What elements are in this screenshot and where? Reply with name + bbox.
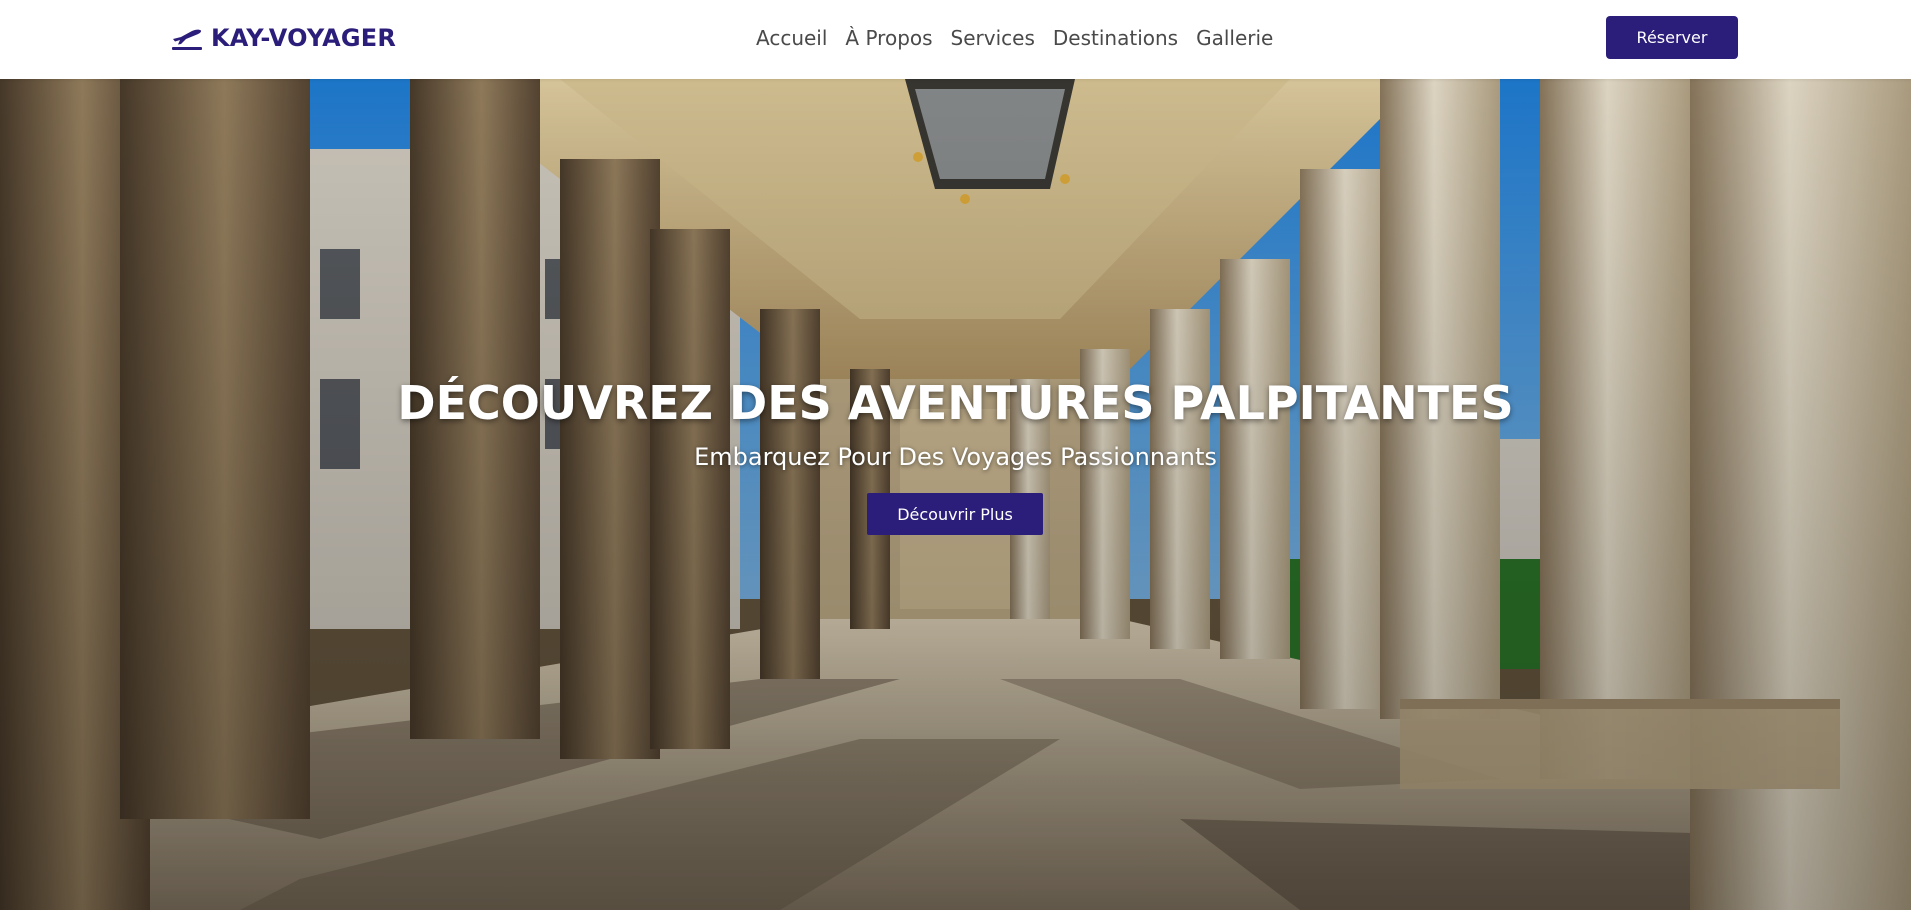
plane-takeoff-icon (172, 29, 202, 50)
nav-link-gallerie[interactable]: Gallerie (1187, 24, 1282, 52)
discover-more-button[interactable]: Découvrir Plus (867, 493, 1043, 535)
nav-link-destinations[interactable]: Destinations (1044, 24, 1187, 52)
nav-link-services[interactable]: Services (942, 24, 1044, 52)
hero-section: DÉCOUVREZ DES AVENTURES PALPITANTES Emba… (0, 79, 1911, 910)
hero-title: DÉCOUVREZ DES AVENTURES PALPITANTES (397, 376, 1514, 430)
navbar: KAY-VOYAGER Accueil À Propos Services De… (0, 0, 1911, 79)
nav-link-a-propos[interactable]: À Propos (836, 24, 941, 52)
reserve-button[interactable]: Réserver (1606, 16, 1738, 59)
brand-logo[interactable]: KAY-VOYAGER (171, 22, 396, 54)
nav-link-accueil[interactable]: Accueil (756, 24, 836, 52)
brand-name: KAY-VOYAGER (211, 24, 397, 52)
hero-subtitle: Embarquez Pour Des Voyages Passionnants (694, 443, 1217, 471)
main-nav: Accueil À Propos Services Destinations G… (756, 24, 1282, 52)
